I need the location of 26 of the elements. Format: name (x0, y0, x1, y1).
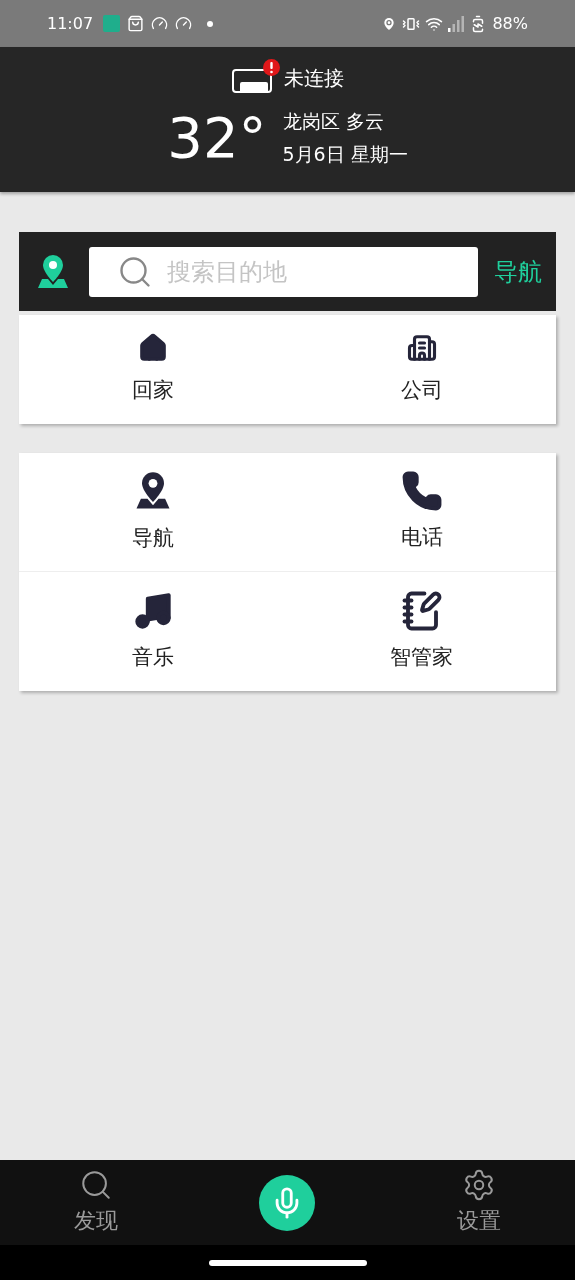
building-icon (406, 332, 437, 363)
feature-button[interactable]: 电话 (287, 453, 556, 572)
navigate-button[interactable]: 导航 (494, 253, 542, 290)
battery-percent: 88% (492, 12, 528, 35)
search-field[interactable]: 搜索目的地 (89, 246, 478, 297)
feature-button[interactable]: 音乐 (19, 572, 288, 691)
home-indicator[interactable] (208, 1259, 367, 1266)
shortcut-button[interactable]: 公司 (287, 315, 556, 424)
home-icon (138, 332, 169, 363)
gauge-icon (151, 15, 169, 32)
gauge-icon (175, 15, 193, 32)
shortcut-button[interactable]: 回家 (19, 315, 288, 424)
alert-icon (262, 59, 280, 76)
temperature: 32° (167, 109, 267, 166)
weather-text: 龙岗区 多云 (282, 109, 385, 134)
bag-icon (127, 15, 145, 32)
feature-button[interactable]: 导航 (19, 453, 288, 572)
phone-icon (400, 470, 443, 513)
feature-button[interactable]: 智管家 (287, 572, 556, 691)
notebook-pen-icon (400, 589, 443, 632)
nav-tab[interactable]: 发现 (0, 1168, 192, 1237)
signal-icon (448, 15, 465, 32)
connection-status: 未连接 (283, 65, 344, 92)
status-time: 11:07 (47, 12, 94, 35)
nav-tab[interactable]: 设置 (383, 1168, 575, 1237)
date-text: 5月6日 星期一 (282, 141, 408, 167)
